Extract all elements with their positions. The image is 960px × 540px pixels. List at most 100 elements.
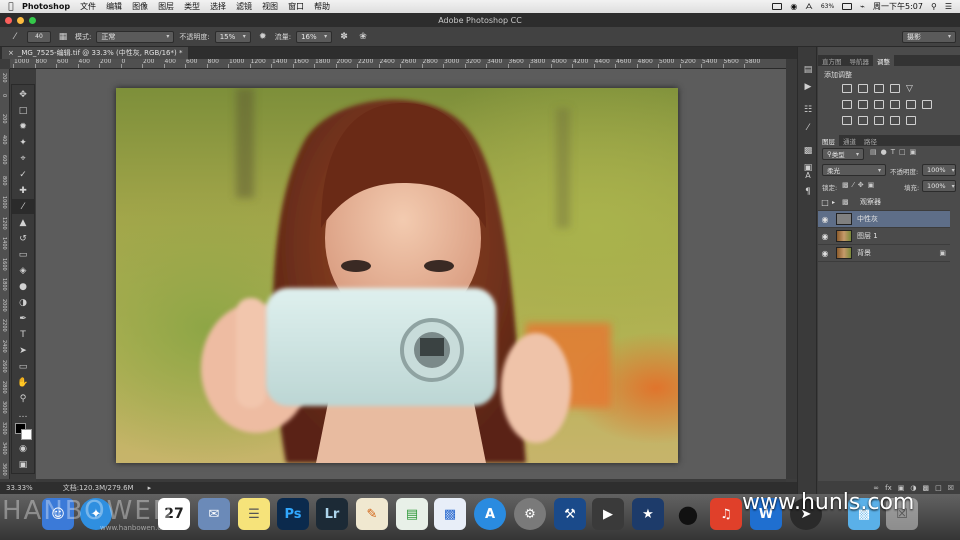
new-layer-icon[interactable]: □	[935, 484, 942, 492]
vertical-scrollbar[interactable]	[786, 59, 797, 479]
eye-icon[interactable]: ◉	[818, 232, 832, 241]
screen-mode-icon[interactable]: ▣	[12, 457, 34, 472]
spotlight-icon[interactable]: ⚲	[931, 2, 937, 11]
document-tab[interactable]: × _MG_7525-编辑.tif @ 33.3% (中性灰, RGB/16*)…	[2, 47, 189, 59]
imovie-icon[interactable]: ★	[632, 498, 664, 530]
visibility-off-icon[interactable]: □	[818, 198, 832, 207]
fill-input[interactable]: 100% ▾	[922, 180, 956, 192]
layer-name[interactable]: 图层 1	[857, 231, 878, 241]
tab-adjustments[interactable]: 调整	[873, 55, 894, 66]
document-canvas-photo[interactable]	[116, 88, 678, 463]
layer-row[interactable]: ◉ 图层 1	[818, 228, 950, 245]
airbrush-icon[interactable]: ✽	[337, 30, 351, 44]
close-tab-icon[interactable]: ×	[8, 49, 14, 57]
numbers-icon[interactable]: ▤	[396, 498, 428, 530]
tab-navigator[interactable]: 导航器	[846, 55, 874, 66]
system-preferences-icon[interactable]: ⚙	[514, 498, 546, 530]
layer-row[interactable]: ◉ 背景 ▣	[818, 245, 950, 262]
layer-name[interactable]: 观察器	[860, 197, 881, 207]
menu-image[interactable]: 图像	[132, 1, 148, 12]
flow-input[interactable]: 16% ▾	[296, 30, 333, 43]
new-group-icon[interactable]: ▩	[922, 484, 929, 492]
paint-bucket-tool-icon[interactable]: ◈	[12, 263, 34, 278]
hand-tool-icon[interactable]: ✋	[12, 375, 34, 390]
opacity-input[interactable]: 15% ▾	[214, 30, 251, 43]
horizontal-ruler[interactable]: 1000 800 600 400 200 0 200 400 600 800 1000 1200 140…	[10, 59, 786, 69]
tab-histogram[interactable]: 直方图	[818, 55, 846, 66]
app-store-icon[interactable]: A	[474, 498, 506, 530]
photo-filter-icon[interactable]	[890, 100, 900, 109]
final-cut-icon[interactable]: ▶	[592, 498, 624, 530]
minimize-window-button[interactable]	[17, 17, 24, 24]
creative-cloud-icon[interactable]: ◉	[790, 2, 797, 11]
history-brush-tool-icon[interactable]: ↺	[12, 231, 34, 246]
clone-stamp-tool-icon[interactable]: ▲	[12, 215, 34, 230]
mode-select[interactable]: 正常 ▾	[96, 30, 175, 43]
layer-row[interactable]: ◉ 中性灰	[818, 211, 950, 228]
shape-tool-icon[interactable]: ▭	[12, 359, 34, 374]
pages-icon[interactable]: ✎	[356, 498, 388, 530]
bluetooth-icon[interactable]: ᗋ	[805, 2, 813, 12]
lasso-tool-icon[interactable]: ✹	[12, 119, 34, 134]
group-expand-arrow-icon[interactable]: ▸	[832, 199, 842, 206]
color-balance-icon[interactable]	[858, 100, 868, 109]
levels-icon[interactable]	[858, 84, 868, 93]
eye-icon[interactable]: ◉	[818, 215, 832, 224]
eyedropper-tool-icon[interactable]: ✓	[12, 167, 34, 182]
layer-filter-select[interactable]: ⚲ 类型 ▾	[822, 148, 864, 160]
brush-panel-toggle-icon[interactable]: ▦	[56, 30, 70, 44]
paragraph-panel-icon[interactable]: ¶	[801, 185, 815, 198]
menu-view[interactable]: 视图	[262, 1, 278, 12]
background-color-swatch[interactable]	[21, 429, 32, 440]
quick-mask-icon[interactable]: ◉	[12, 441, 34, 456]
zoom-level[interactable]: 33.33%	[6, 484, 33, 492]
crop-tool-icon[interactable]: ⌖	[12, 151, 34, 166]
layer-opacity-input[interactable]: 100% ▾	[922, 164, 956, 176]
menu-edit[interactable]: 编辑	[106, 1, 122, 12]
selective-color-icon[interactable]	[906, 116, 916, 125]
layer-row[interactable]: □ ▸ ▩ 观察器	[818, 194, 950, 211]
tab-channels[interactable]: 通道	[839, 135, 860, 146]
posterize-icon[interactable]	[858, 116, 868, 125]
battery-icon[interactable]	[842, 3, 853, 10]
qq-icon[interactable]: ●	[672, 498, 704, 530]
layer-name[interactable]: 中性灰	[857, 214, 878, 224]
healing-brush-tool-icon[interactable]: ✚	[12, 183, 34, 198]
brush-size-picker[interactable]: 40	[27, 30, 51, 43]
status-menu-arrow-icon[interactable]: ▸	[148, 484, 152, 492]
history-panel-icon[interactable]: ▤	[801, 63, 815, 76]
xiami-icon[interactable]: ♫	[710, 498, 742, 530]
color-lookup-icon[interactable]	[922, 100, 932, 109]
keynote-icon[interactable]: ▩	[434, 498, 466, 530]
menu-help[interactable]: 帮助	[314, 1, 330, 12]
brush-presets-panel-icon[interactable]: ⁄	[801, 121, 815, 134]
type-tool-icon[interactable]: T	[12, 327, 34, 342]
battery-percent[interactable]: 63%	[821, 3, 834, 10]
exposure-icon[interactable]	[890, 84, 900, 93]
menu-layer[interactable]: 图层	[158, 1, 174, 12]
menu-filter[interactable]: 滤镜	[236, 1, 252, 12]
lock-icon[interactable]: ▣	[939, 249, 946, 257]
lock-icons[interactable]: ▩⁄✥▣	[842, 181, 878, 189]
quick-select-tool-icon[interactable]: ✦	[12, 135, 34, 150]
zoom-window-button[interactable]	[29, 17, 36, 24]
vibrance-icon[interactable]: ▽	[906, 84, 916, 94]
notes-icon[interactable]: ☰	[238, 498, 270, 530]
tab-paths[interactable]: 路径	[860, 135, 881, 146]
pressure-size-icon[interactable]: ❀	[356, 30, 370, 44]
brush-tool-preset-icon[interactable]: ⁄	[8, 30, 22, 44]
zoom-tool-icon[interactable]: ⚲	[12, 391, 34, 406]
close-window-button[interactable]	[5, 17, 12, 24]
dodge-tool-icon[interactable]: ◑	[12, 295, 34, 310]
apple-icon[interactable]: 	[0, 2, 22, 12]
eye-icon[interactable]: ◉	[818, 249, 832, 258]
menu-select[interactable]: 选择	[210, 1, 226, 12]
mail-icon[interactable]: ✉	[198, 498, 230, 530]
menu-clock[interactable]: 周一下午5:07	[873, 1, 923, 12]
blur-tool-icon[interactable]: ●	[12, 279, 34, 294]
menu-app-name[interactable]: Photoshop	[22, 2, 70, 11]
tab-layers[interactable]: 图层	[818, 135, 839, 146]
path-selection-tool-icon[interactable]: ➤	[12, 343, 34, 358]
menu-window[interactable]: 窗口	[288, 1, 304, 12]
move-tool-icon[interactable]: ✥	[12, 87, 34, 102]
